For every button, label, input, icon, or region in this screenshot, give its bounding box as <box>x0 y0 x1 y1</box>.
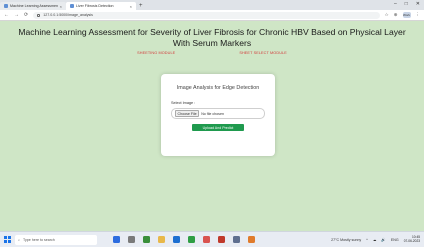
close-tab-icon[interactable]: × <box>60 4 62 9</box>
tab-strip: Machine Learning Assessmen... × Liver Fi… <box>0 0 424 10</box>
url-field[interactable]: 127.0.0.1:5000/image_analysis <box>33 11 380 19</box>
menu-icon[interactable]: ⋮ <box>416 12 421 18</box>
taskbar-app-icon[interactable] <box>248 236 255 243</box>
taskbar: ⌕ Type here to search 27°C Mostly sunny … <box>0 231 424 247</box>
back-button[interactable]: ← <box>4 12 9 18</box>
reload-button[interactable]: ⟳ <box>24 12 28 18</box>
extensions-icon[interactable]: ⊕ <box>394 12 398 18</box>
image-file-input[interactable]: Choose File No file chosen <box>171 108 265 119</box>
browser-tab-1[interactable]: Machine Learning Assessmen... × <box>0 2 66 10</box>
onedrive-icon[interactable]: ☁ <box>373 238 377 242</box>
clock[interactable]: 10:45 07-06-2023 <box>403 235 420 244</box>
language-indicator[interactable]: ENG <box>391 238 399 242</box>
url-text: 127.0.0.1:5000/image_analysis <box>43 13 93 17</box>
taskbar-app-icon[interactable] <box>113 236 120 243</box>
address-bar: ← → ⟳ 127.0.0.1:5000/image_analysis ☆ ⊕ … <box>0 10 424 21</box>
windows-start-icon[interactable] <box>4 236 11 243</box>
page-title: Machine Learning Assessment for Severity… <box>0 27 424 49</box>
site-info-icon[interactable] <box>37 13 41 17</box>
pinned-apps <box>113 236 255 243</box>
taskbar-app-icon[interactable] <box>218 236 225 243</box>
close-window-button[interactable]: ✕ <box>416 1 420 7</box>
favicon-icon <box>4 4 8 8</box>
tab-title: Liver Fibrosis Detection <box>76 4 114 8</box>
choose-file-button[interactable]: Choose File <box>175 110 200 117</box>
new-tab-button[interactable]: + <box>136 2 146 10</box>
weather-widget[interactable]: 27°C Mostly sunny <box>331 238 361 242</box>
bookmark-star-icon[interactable]: ☆ <box>385 12 389 18</box>
toolbar-icons: ☆ ⊕ Work ⋮ <box>385 12 420 18</box>
profile-avatar[interactable]: Work <box>402 12 411 18</box>
taskbar-app-icon[interactable] <box>173 236 180 243</box>
taskbar-app-icon[interactable] <box>203 236 210 243</box>
nav-link-2[interactable]: SHEET SELECT MODULE <box>239 51 287 55</box>
taskbar-app-icon[interactable] <box>233 236 240 243</box>
tab-title: Machine Learning Assessmen... <box>10 4 58 8</box>
page-title-line-1: Machine Learning Assessment for Severity… <box>18 27 406 37</box>
nav-link-1[interactable]: SHEETING MODULE <box>137 51 175 55</box>
system-tray: 27°C Mostly sunny ^ ☁ 🔊 ENG 10:45 07-06-… <box>331 235 420 244</box>
module-nav: SHEETING MODULE SHEET SELECT MODULE <box>0 51 424 55</box>
card-title: Image Analysis for Edge Detection <box>176 85 260 91</box>
page-title-line-2: With Serum Markers <box>172 38 252 48</box>
upload-card: Image Analysis for Edge Detection Select… <box>161 74 275 156</box>
tray-overflow-icon[interactable]: ^ <box>366 238 368 242</box>
taskbar-search[interactable]: ⌕ Type here to search <box>15 234 97 245</box>
page-body: Machine Learning Assessment for Severity… <box>0 22 424 230</box>
taskbar-app-icon[interactable] <box>128 236 135 243</box>
upload-predict-button[interactable]: Upload And Predict <box>192 124 244 131</box>
clock-date: 07-06-2023 <box>403 238 420 243</box>
file-status-text: No file chosen <box>201 111 224 116</box>
taskbar-app-icon[interactable] <box>158 236 165 243</box>
taskbar-app-icon[interactable] <box>188 236 195 243</box>
select-image-label: Select Image : <box>171 101 196 105</box>
close-tab-icon[interactable]: × <box>130 4 132 9</box>
minimize-button[interactable]: – <box>394 1 397 7</box>
volume-icon[interactable]: 🔊 <box>381 238 385 242</box>
search-icon: ⌕ <box>18 237 21 242</box>
search-placeholder: Type here to search <box>23 237 55 242</box>
favicon-icon <box>70 4 74 8</box>
taskbar-app-icon[interactable] <box>143 236 150 243</box>
maximize-button[interactable]: □ <box>405 1 408 7</box>
browser-tab-2[interactable]: Liver Fibrosis Detection × <box>66 2 136 10</box>
forward-button[interactable]: → <box>14 12 19 18</box>
window-controls: – □ ✕ <box>394 1 420 7</box>
